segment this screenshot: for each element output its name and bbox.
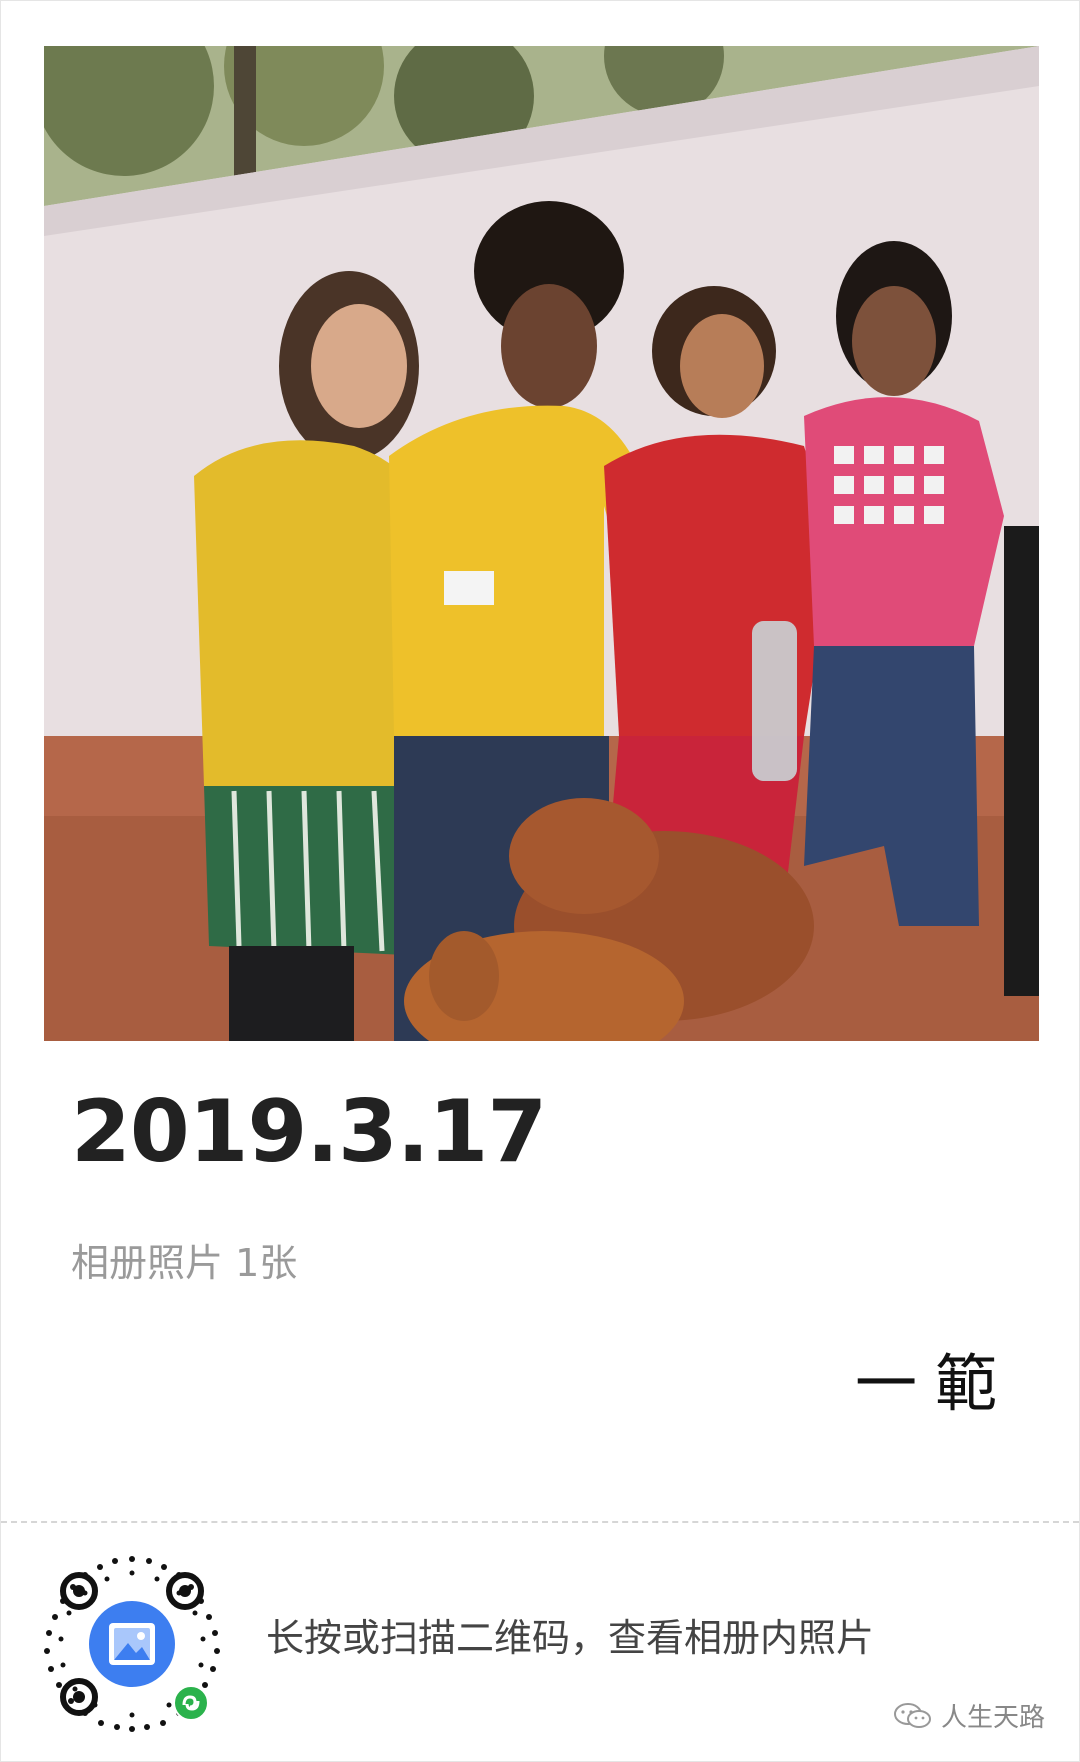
album-icon [89, 1601, 175, 1687]
album-photo[interactable] [44, 46, 1039, 1041]
wechat-official-account-icon [893, 1702, 931, 1728]
account-name: 人生天路 [940, 1703, 1045, 1733]
scan-qr-hint: 长按或扫描二维码，查看相册内照片 [266, 1616, 875, 1660]
album-card[interactable]: 2019.3.17 相册照片 1张 一範 长按或扫描二维码，查看相册内照片 人生… [0, 0, 1080, 1762]
author-signature: 一範 [854, 1347, 1015, 1420]
mini-program-icon [173, 1685, 209, 1721]
photo-illustration [44, 46, 1039, 1041]
account-watermark: 人生天路 [893, 1697, 1045, 1734]
album-photo-count: 相册照片 1张 [71, 1241, 298, 1285]
album-date: 2019.3.17 [71, 1082, 547, 1182]
dashed-divider [1, 1521, 1079, 1523]
